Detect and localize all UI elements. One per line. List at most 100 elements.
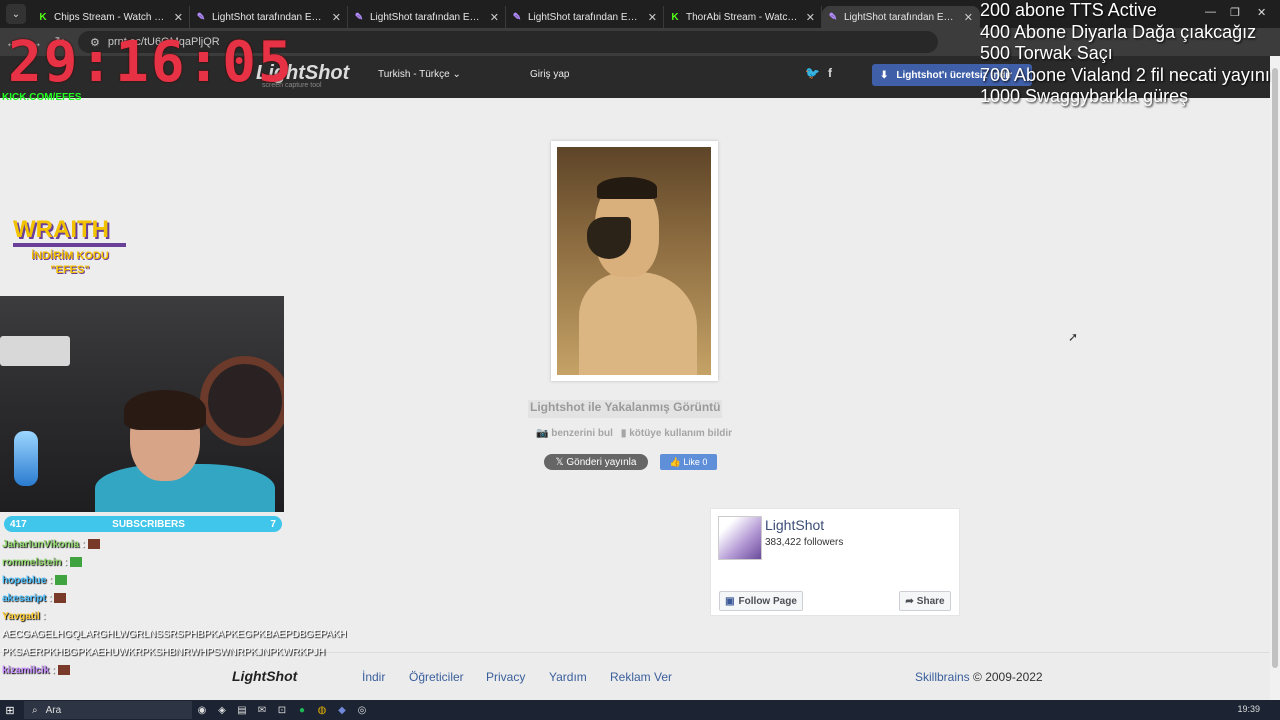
post-button[interactable]: 𝕏 Gönderi yayınla: [544, 454, 648, 470]
footer-link-advertise[interactable]: Reklam Ver: [610, 670, 672, 684]
screenshot-frame: [551, 141, 718, 381]
share-button[interactable]: ➦ Share: [899, 591, 951, 611]
chat-emote-icon: [87, 539, 100, 550]
photos-icon[interactable]: ◈: [212, 705, 232, 716]
browser-tab[interactable]: ✎ LightShot tarafından Ekran Gör ✕: [190, 6, 348, 28]
chat-text: :: [52, 665, 55, 676]
close-tab-icon[interactable]: ✕: [490, 11, 499, 24]
lightshot-feather-icon: ✎: [828, 11, 838, 23]
sponsor-code: İNDİRİM KODU "EFES": [16, 249, 124, 277]
skillbrains-link[interactable]: Skillbrains: [915, 670, 970, 684]
chat-message: Yavgatil :: [2, 608, 347, 626]
chat-message: PKSAERPKHBGPKAEHUWKRPKSHBNRWHPSWNRPKJNPK…: [2, 644, 347, 662]
lightshot-page-avatar[interactable]: [718, 516, 762, 560]
language-label: Turkish - Türkçe: [378, 69, 450, 80]
kick-icon: K: [671, 11, 679, 23]
chat-message: rommelstein :: [2, 554, 347, 572]
spotify-icon[interactable]: ●: [292, 705, 312, 716]
stream-chat: JaharIunVikonia : rommelstein : hopeblue :…: [2, 536, 347, 680]
chat-text: :: [81, 539, 85, 550]
facebook-page-name[interactable]: LightShot: [765, 517, 824, 533]
browser-tab[interactable]: K ThorAbi Stream - Watch Live o ✕: [664, 6, 822, 28]
chat-text: :: [42, 611, 46, 622]
chat-text: AECGAGELHGQLARGHLWGRLNSSRSPHBPKAPKEGPKBA…: [2, 629, 347, 640]
chat-message: kizamilcik :: [2, 662, 347, 680]
chat-emote-icon: [55, 575, 68, 586]
flag-icon: ▮: [620, 428, 627, 439]
edge-icon[interactable]: ◉: [192, 705, 212, 716]
footer-link-help[interactable]: Yardım: [549, 670, 587, 684]
follow-page-button[interactable]: ▣ Follow Page: [719, 591, 803, 611]
tab-search-menu-icon[interactable]: ⌄: [6, 4, 26, 24]
goal-item: 400 Abone Diyarla Dağa çıakcağız: [980, 21, 1257, 42]
follow-page-label: Follow Page: [738, 595, 797, 607]
copyright-text: © 2009-2022: [973, 670, 1043, 684]
subscribers-bar: 417 SUBSCRIBERS 7: [4, 516, 282, 532]
windows-start-icon[interactable]: ⊞: [0, 704, 20, 717]
chrome-icon[interactable]: ◍: [312, 705, 332, 716]
close-tab-icon[interactable]: ✕: [332, 11, 341, 24]
screenshot-actions: 📷 benzerini bul ▮ kötüye kullanım bildir: [536, 428, 732, 439]
chat-text: :: [64, 557, 68, 568]
stream-timer: 29:16:05: [8, 30, 294, 95]
chat-username[interactable]: akesaript: [2, 593, 46, 604]
browser-tab[interactable]: K Chips Stream - Watch Live on K ✕: [32, 6, 190, 28]
lightshot-feather-icon: ✎: [354, 11, 364, 23]
close-tab-icon[interactable]: ✕: [174, 11, 183, 24]
system-clock[interactable]: 19:39: [1237, 704, 1260, 714]
download-icon: ⬇: [880, 69, 889, 81]
sponsor-code-label: İNDİRİM KODU: [31, 250, 109, 262]
chat-username[interactable]: Yavgatil: [2, 611, 40, 622]
twitter-icon[interactable]: 🐦: [805, 66, 820, 80]
subscribers-label: SUBSCRIBERS: [112, 518, 185, 530]
close-tab-icon[interactable]: ✕: [648, 11, 657, 24]
scrollbar-thumb[interactable]: [1272, 68, 1278, 668]
browser-tab[interactable]: ✎ LightShot tarafından Ekran Gör ✕: [822, 6, 980, 28]
chat-message: akesaript :: [2, 590, 347, 608]
footer-link-privacy[interactable]: Privacy: [486, 670, 525, 684]
lightshot-feather-icon: ✎: [196, 11, 206, 23]
facebook-page-widget: LightShot 383,422 followers ▣ Follow Page…: [710, 508, 960, 616]
outlook-icon[interactable]: ✉: [252, 705, 272, 716]
language-selector[interactable]: Turkish - Türkçe ⌄: [378, 69, 461, 80]
facebook-followers: 383,422 followers: [765, 537, 844, 548]
facebook-icon: ▣: [725, 595, 735, 607]
goal-item: 200 abone TTS Active: [980, 0, 1157, 20]
chat-emote-icon: [70, 557, 83, 568]
chat-username[interactable]: hopeblue: [2, 575, 46, 586]
browser-tab[interactable]: ✎ LightShot tarafından Ekran Gör ✕: [506, 6, 664, 28]
kick-icon: K: [39, 11, 47, 23]
footer-link-tutorials[interactable]: Öğreticiler: [409, 670, 464, 684]
goal-item: 1000 Swaggybarkla güreş: [980, 86, 1189, 106]
close-tab-icon[interactable]: ✕: [806, 11, 815, 24]
like-button-label: Like 0: [683, 457, 708, 467]
chat-text: :: [49, 575, 53, 586]
post-button-label: Gönderi yayınla: [566, 456, 637, 468]
page-scrollbar[interactable]: [1270, 56, 1280, 700]
discord-icon[interactable]: ◆: [332, 705, 352, 716]
sponsor-underline: [13, 243, 126, 247]
obs-icon[interactable]: ◎: [352, 705, 372, 716]
chat-username[interactable]: kizamilcik: [2, 665, 49, 676]
chat-message: AECGAGELHGQLARGHLWGRLNSSRSPHBPKAPKEGPKBA…: [2, 626, 347, 644]
sponsor-logo: WRAITH: [13, 216, 109, 243]
copyright: Skillbrains © 2009-2022: [915, 670, 1043, 684]
browser-tab[interactable]: ✎ LightShot tarafından Ekran Gör ✕: [348, 6, 506, 28]
store-icon[interactable]: ⊡: [272, 705, 292, 716]
dog-photo[interactable]: [557, 147, 711, 375]
report-abuse-link[interactable]: ▮ kötüye kullanım bildir: [621, 428, 732, 439]
chat-username[interactable]: rommelstein: [2, 557, 61, 568]
find-similar-link[interactable]: 📷 benzerini bul: [536, 428, 613, 439]
taskbar-search[interactable]: ⌕ Ara: [24, 701, 192, 719]
tab-title: LightShot tarafından Ekran Gör: [528, 11, 642, 23]
subscribers-count: 417: [10, 518, 27, 530]
chat-username[interactable]: JaharIunVikonia: [2, 539, 79, 550]
find-similar-label: benzerini bul: [551, 428, 613, 439]
chat-emote-icon: [54, 593, 67, 604]
facebook-like-button[interactable]: 👍 Like 0: [660, 454, 717, 470]
login-link[interactable]: Giriş yap: [530, 69, 569, 80]
facebook-icon[interactable]: f: [828, 66, 832, 80]
footer-link-download[interactable]: İndir: [362, 670, 385, 684]
file-explorer-icon[interactable]: ▤: [232, 705, 252, 716]
close-tab-icon[interactable]: ✕: [964, 11, 973, 24]
